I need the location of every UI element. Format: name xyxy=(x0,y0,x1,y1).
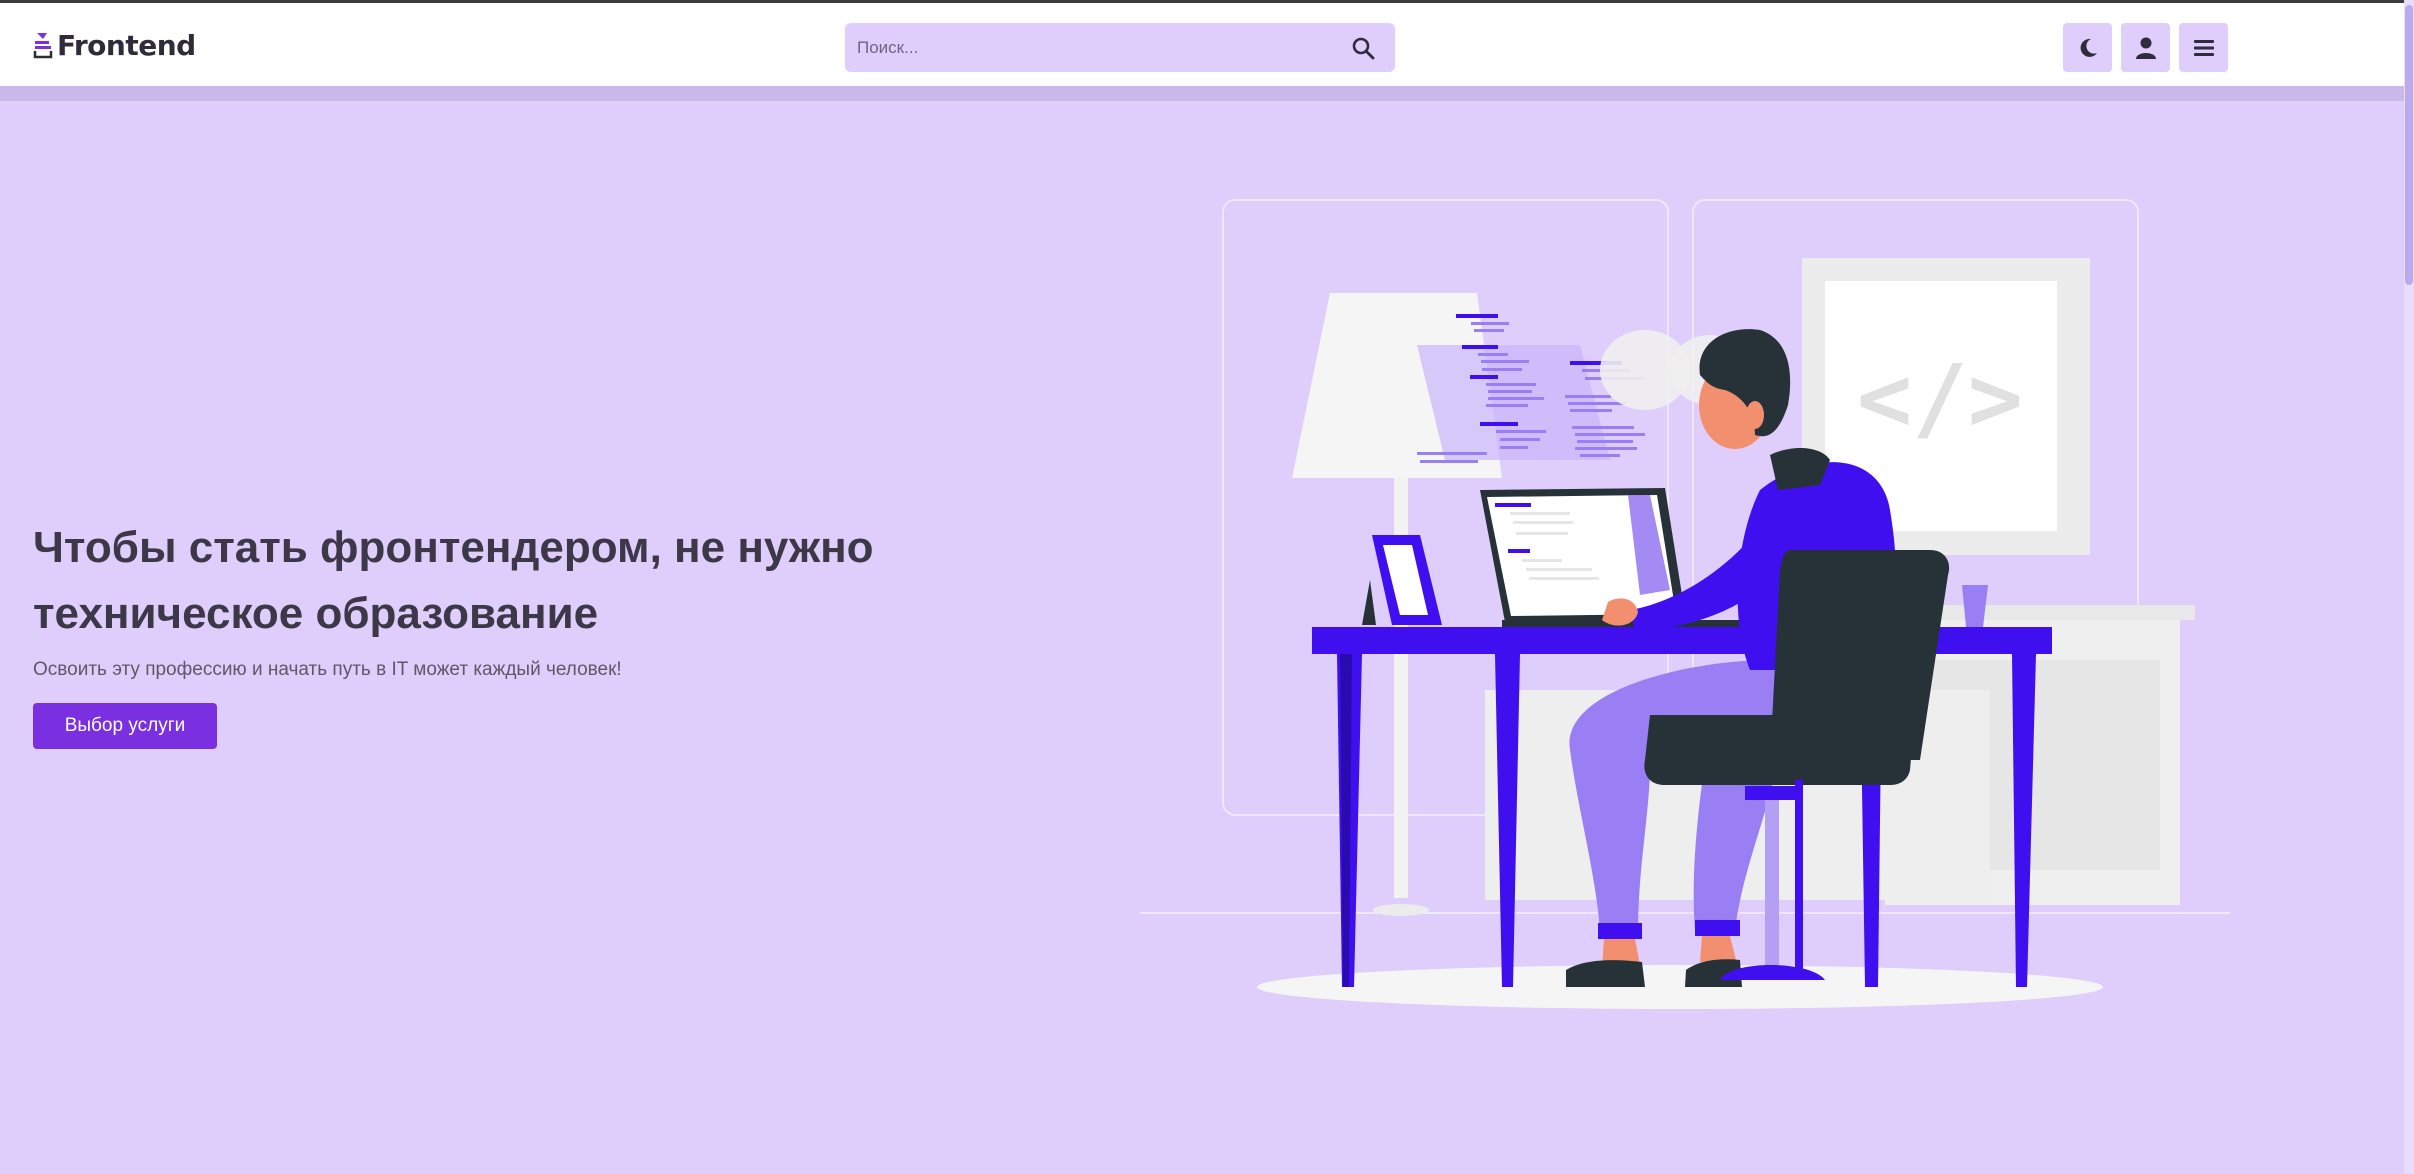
scrollbar[interactable] xyxy=(2404,0,2414,1174)
moon-icon xyxy=(2080,38,2097,57)
search-input[interactable] xyxy=(845,23,1343,72)
logo[interactable]: Frontend xyxy=(33,27,196,63)
menu-button[interactable] xyxy=(2179,23,2228,72)
hero-title: Чтобы стать фронтендером, не нужно техни… xyxy=(33,515,953,647)
theme-toggle-button[interactable] xyxy=(2063,23,2112,72)
scrollbar-thumb[interactable] xyxy=(2405,5,2413,285)
logo-text: Frontend xyxy=(57,28,196,62)
user-icon xyxy=(2135,37,2156,59)
select-service-button[interactable]: Выбор услуги xyxy=(33,703,217,749)
search-icon xyxy=(1352,37,1375,59)
desk xyxy=(1312,627,2052,654)
code-symbol-text: </> xyxy=(1857,345,2023,452)
site-header: Frontend xyxy=(0,3,2414,86)
developer-illustration: </> xyxy=(1140,199,2230,1009)
header-divider xyxy=(0,86,2414,101)
account-button[interactable] xyxy=(2121,23,2170,72)
logo-icon xyxy=(33,33,53,59)
hero-title-line-1: Чтобы стать фронтендером, не нужно xyxy=(33,523,874,572)
floor-shadow xyxy=(1257,965,2103,1009)
hero-section: Чтобы стать фронтендером, не нужно техни… xyxy=(33,515,953,749)
hero-title-line-2: техническое образование xyxy=(33,589,599,638)
hero-subtitle: Освоить эту профессию и начать путь в IT… xyxy=(33,659,622,680)
search-bar xyxy=(845,23,1395,72)
hamburger-icon xyxy=(2193,39,2214,56)
search-button[interactable] xyxy=(1343,28,1383,68)
